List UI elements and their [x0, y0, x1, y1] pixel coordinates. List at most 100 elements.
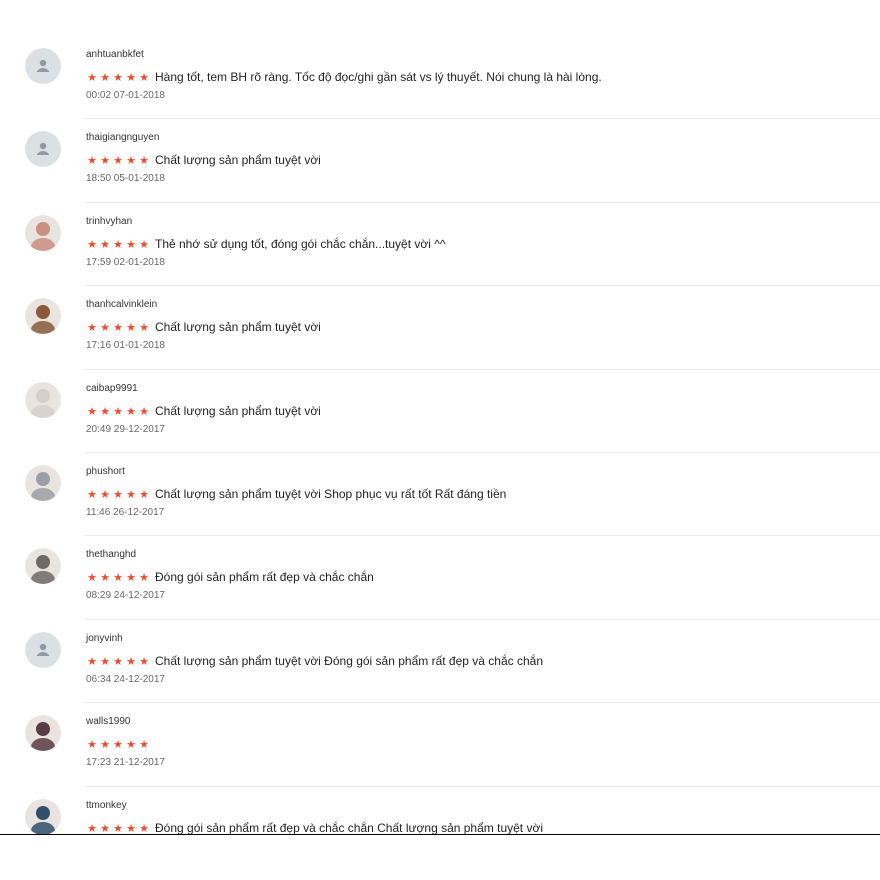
user-photo-avatar[interactable]	[25, 298, 61, 335]
star-icon: ★	[126, 488, 136, 501]
review-comment: Chất lượng sản phẩm tuyệt vời	[155, 153, 321, 168]
review-comment: Đóng gói sản phẩm rất đẹp và chắc chắn	[155, 570, 374, 585]
user-photo-avatar[interactable]	[25, 798, 61, 834]
review-item: phushort ★ ★ ★ ★ ★ Chất lượng sản phẩm tuyệt v…	[0, 453, 880, 537]
review-timestamp: 17:59 02-01-2018	[86, 256, 165, 268]
star-icon: ★	[139, 572, 149, 585]
user-photo-avatar[interactable]	[25, 464, 61, 501]
review-item: jonyvinh ★ ★ ★ ★ ★ Chất lượng sản phẩm tuyệt v…	[0, 620, 880, 704]
star-icon: ★	[113, 488, 123, 501]
star-icon: ★	[87, 155, 97, 168]
star-icon: ★	[139, 739, 149, 752]
star-icon: ★	[87, 322, 97, 335]
review-timestamp: 17:23 21-12-2017	[86, 757, 165, 769]
review-username[interactable]: anhtuanbkfet	[86, 48, 880, 61]
user-photo-avatar[interactable]	[25, 715, 61, 752]
star-icon: ★	[139, 322, 149, 335]
user-photo-avatar[interactable]	[25, 214, 61, 251]
star-icon: ★	[113, 238, 123, 251]
review-content: trinhvyhan ★ ★ ★ ★ ★ Thẻ nhớ sử dụng tốt, đóng…	[86, 215, 880, 269]
review-rating-row: ★ ★ ★ ★ ★ Thẻ nhớ sử dụng tốt, đóng gói chắc …	[86, 236, 880, 252]
review-username[interactable]: walls1990	[86, 715, 880, 728]
star-icon: ★	[87, 72, 97, 84]
review-item: thaigiangnguyen ★ ★ ★ ★ ★ Chất lượng sản phẩm …	[0, 119, 880, 204]
review-username[interactable]: caibap9991	[86, 382, 880, 395]
review-content: walls1990 ★ ★ ★ ★ ★ 17:23 21-12-2017	[86, 715, 880, 769]
star-icon: ★	[100, 72, 110, 84]
review-item: walls1990 ★ ★ ★ ★ ★ 17:23 21-12-2017	[0, 703, 880, 787]
star-icon: ★	[139, 488, 149, 501]
star-icon: ★	[100, 822, 110, 834]
review-timestamp: 08:29 24-12-2017	[86, 590, 165, 602]
star-icon: ★	[139, 655, 149, 668]
star-icon: ★	[113, 155, 123, 168]
star-icon: ★	[100, 155, 110, 168]
star-icon: ★	[126, 405, 136, 418]
review-timestamp: 20:49 29-12-2017	[86, 423, 165, 435]
star-icon: ★	[113, 739, 123, 752]
review-rating-row: ★ ★ ★ ★ ★ Chất lượng sản phẩm tuyệt vời	[86, 152, 880, 168]
review-item: thethanghd ★ ★ ★ ★ ★ Đóng gói sản phẩm rất đẹp…	[0, 536, 880, 621]
star-icon: ★	[100, 572, 110, 585]
review-rating-row: ★ ★ ★ ★ ★	[86, 736, 880, 752]
star-icon: ★	[87, 822, 97, 834]
review-content: ttmonkey ★ ★ ★ ★ ★ Đóng gói sản phẩm rất đẹp v…	[86, 799, 880, 834]
review-rating-row: ★ ★ ★ ★ ★ Chất lượng sản phẩm tuyệt vời	[86, 319, 880, 335]
review-username[interactable]: thethanghd	[86, 548, 880, 561]
star-icon: ★	[100, 238, 110, 251]
review-rating-row: ★ ★ ★ ★ ★ Đóng gói sản phẩm rất đẹp và chắc c…	[86, 820, 880, 834]
review-content: thethanghd ★ ★ ★ ★ ★ Đóng gói sản phẩm rất đẹp…	[86, 548, 880, 602]
review-content: thaigiangnguyen ★ ★ ★ ★ ★ Chất lượng sản phẩm …	[86, 131, 880, 185]
user-photo-avatar[interactable]	[25, 548, 61, 585]
review-username[interactable]: thaigiangnguyen	[86, 131, 880, 144]
review-username[interactable]: ttmonkey	[86, 799, 880, 812]
star-icon: ★	[126, 72, 136, 84]
review-comment: Chất lượng sản phẩm tuyệt vời	[155, 320, 321, 335]
star-icon: ★	[87, 405, 97, 418]
review-timestamp: 00:02 07-01-2018	[86, 90, 165, 101]
review-rating-row: ★ ★ ★ ★ ★ Chất lượng sản phẩm tuyệt vời Đóng …	[86, 653, 880, 669]
star-icon: ★	[139, 822, 149, 834]
star-icon: ★	[139, 238, 149, 251]
review-item: anhtuanbkfet ★ ★ ★ ★ ★ Hàng tốt, tem BH rõ ràn…	[0, 36, 880, 120]
star-icon: ★	[100, 488, 110, 501]
star-icon: ★	[139, 72, 149, 84]
star-icon: ★	[113, 822, 123, 834]
review-timestamp: 17:16 01-01-2018	[86, 340, 165, 352]
review-item: ttmonkey ★ ★ ★ ★ ★ Đóng gói sản phẩm rất đẹp v…	[0, 787, 880, 834]
star-icon: ★	[139, 155, 149, 168]
review-username[interactable]: jonyvinh	[86, 632, 880, 645]
star-icon: ★	[100, 322, 110, 335]
review-username[interactable]: phushort	[86, 465, 880, 478]
review-comment: Chất lượng sản phẩm tuyệt vời Đóng gói s…	[155, 653, 543, 668]
star-icon: ★	[87, 488, 97, 501]
star-icon: ★	[126, 572, 136, 585]
review-item: trinhvyhan ★ ★ ★ ★ ★ Thẻ nhớ sử dụng tốt, đóng…	[0, 203, 880, 287]
user-photo-avatar[interactable]	[25, 381, 61, 418]
review-content: thanhcalvinklein ★ ★ ★ ★ ★ Chất lượng sản phẩm…	[86, 298, 880, 352]
review-comment: Hàng tốt, tem BH rõ ràng. Tốc độ đọc/ghi…	[155, 70, 602, 84]
review-content: caibap9991 ★ ★ ★ ★ ★ Chất lượng sản phẩm tuyệt…	[86, 382, 880, 436]
star-icon: ★	[126, 655, 136, 668]
star-icon: ★	[87, 655, 97, 668]
star-icon: ★	[113, 72, 123, 84]
star-icon: ★	[126, 739, 136, 752]
review-content: jonyvinh ★ ★ ★ ★ ★ Chất lượng sản phẩm tuyệt v…	[86, 632, 880, 686]
star-icon: ★	[87, 238, 97, 251]
star-icon: ★	[100, 655, 110, 668]
review-username[interactable]: thanhcalvinklein	[86, 298, 880, 311]
review-content: phushort ★ ★ ★ ★ ★ Chất lượng sản phẩm tuyệt v…	[86, 465, 880, 519]
review-timestamp: 11:46 26-12-2017	[86, 506, 165, 518]
star-icon: ★	[139, 405, 149, 418]
star-icon: ★	[126, 238, 136, 251]
star-icon: ★	[126, 155, 136, 168]
default-avatar-icon[interactable]	[25, 48, 61, 84]
review-username[interactable]: trinhvyhan	[86, 215, 880, 228]
default-avatar-icon[interactable]	[25, 131, 61, 168]
star-icon: ★	[113, 405, 123, 418]
review-list: anhtuanbkfet ★ ★ ★ ★ ★ Hàng tốt, tem BH rõ ràn…	[0, 36, 880, 834]
star-icon: ★	[126, 822, 136, 834]
default-avatar-icon[interactable]	[25, 631, 61, 668]
review-item: caibap9991 ★ ★ ★ ★ ★ Chất lượng sản phẩm tuyệt…	[0, 370, 880, 454]
star-icon: ★	[113, 655, 123, 668]
